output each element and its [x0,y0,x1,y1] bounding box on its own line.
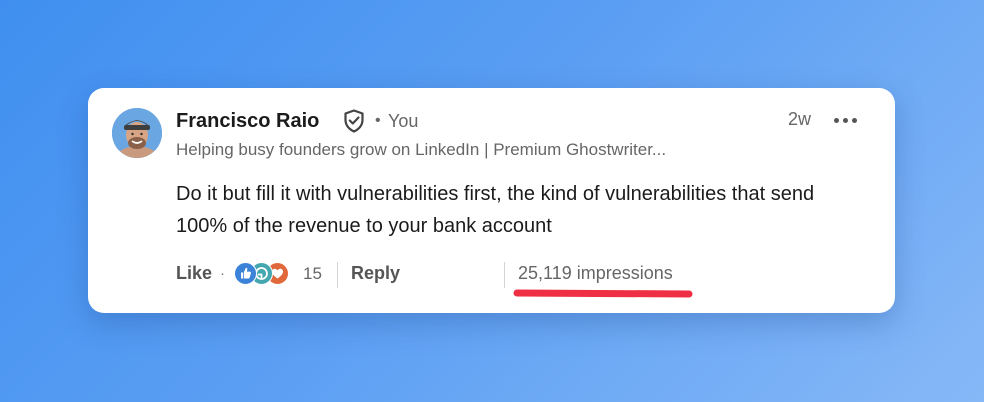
relation-label: You [388,111,419,131]
verified-shield-icon [343,109,365,133]
author-headline: Helping busy founders grow on LinkedIn |… [176,140,667,159]
reaction-count[interactable]: 15 [303,264,322,284]
reaction-icons[interactable] [234,262,294,286]
impressions-count[interactable]: 25,119 impressions [518,263,673,284]
comment-text: Do it but fill it with vulnerabilities f… [176,183,815,237]
more-dot-icon [843,118,848,123]
like-separator: · [220,265,225,282]
comment-actions: Like · 15 Reply 25,119 impressions [176,258,736,298]
action-divider [504,262,505,288]
more-dot-icon [852,118,857,123]
reply-button[interactable]: Reply [351,263,400,284]
comment-card: Francisco Raio • You Helping busy founde… [88,88,895,313]
author-separator: • [375,112,381,129]
like-reaction-icon [234,262,257,285]
more-options-button[interactable] [832,108,862,132]
author-name[interactable]: Francisco Raio [176,110,319,133]
action-divider [337,262,338,288]
avatar[interactable] [112,108,162,158]
highlight-underline [513,289,693,298]
like-button[interactable]: Like [176,263,212,284]
comment-timestamp: 2w [788,109,812,129]
more-dot-icon [834,118,839,123]
